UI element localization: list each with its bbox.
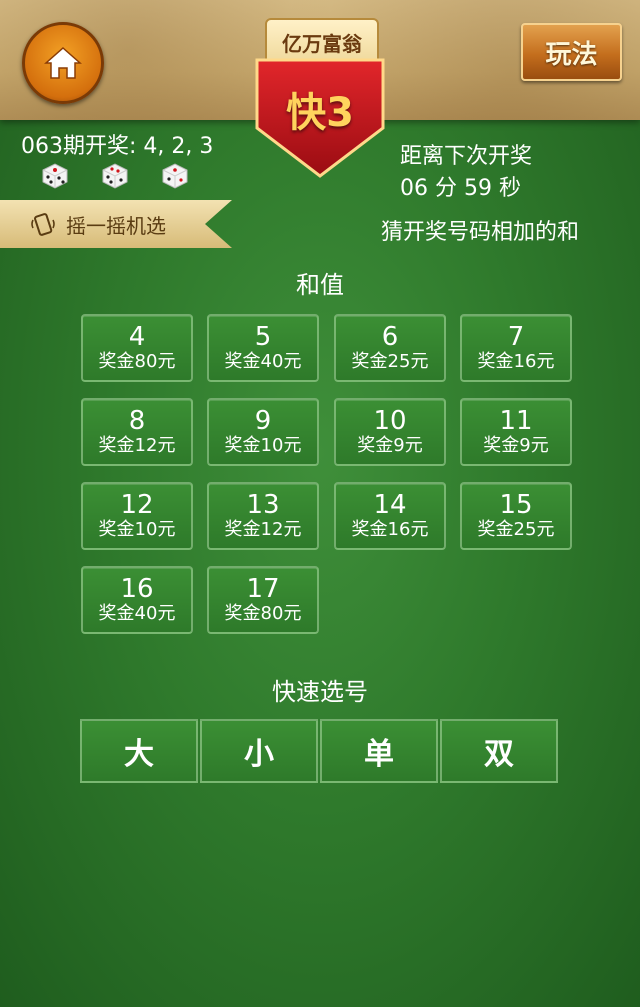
countdown-label: 距离下次开奖 [400,144,533,169]
badge-title: 快3 [286,90,354,136]
sum-value: 10 [373,406,407,436]
die-4-icon [42,163,68,189]
home-button[interactable] [22,22,104,104]
quick-odd-button[interactable]: 单 [320,719,438,783]
sum-option[interactable]: 5 奖金40元 [207,314,319,382]
sum-option[interactable]: 14 奖金16元 [334,482,446,550]
sum-value: 17 [246,574,280,604]
rule-description: 猜开奖号码相加的和 [381,220,580,245]
sum-value: 6 [381,322,399,352]
sum-option[interactable]: 16 奖金40元 [81,566,193,634]
sum-value: 14 [373,490,407,520]
sum-option[interactable]: 17 奖金80元 [207,566,319,634]
sum-value: 11 [499,406,533,436]
sum-prize: 奖金9元 [357,435,423,456]
quick-pick-row: 大 小 单 双 [79,719,559,783]
sum-prize: 奖金80元 [98,351,176,372]
sum-prize: 奖金10元 [98,519,176,540]
phone-shake-icon [31,213,55,236]
sum-prize: 奖金25元 [351,351,429,372]
sum-value: 15 [499,490,533,520]
sum-option[interactable]: 4 奖金80元 [81,314,193,382]
sum-prize: 奖金80元 [224,603,302,624]
sum-option[interactable]: 15 奖金25元 [460,482,572,550]
sum-prize: 奖金16元 [477,351,555,372]
sum-prize: 奖金12元 [98,435,176,456]
sum-prize: 奖金12元 [224,519,302,540]
sum-value: 4 [128,322,146,352]
sum-option[interactable]: 12 奖金10元 [81,482,193,550]
sum-value: 7 [507,322,525,352]
quick-pick-title: 快速选号 [272,678,368,706]
sum-prize: 奖金10元 [224,435,302,456]
last-draw-result: 063期开奖: 4, 2, 3 [21,134,214,159]
sum-option[interactable]: 6 奖金25元 [334,314,446,382]
sum-prize: 奖金25元 [477,519,555,540]
game-badge: 亿万富翁 快3 [253,18,387,178]
quick-even-button[interactable]: 双 [440,719,558,783]
sum-prize: 奖金16元 [351,519,429,540]
sum-value: 13 [246,490,280,520]
sum-prize: 奖金40元 [224,351,302,372]
quick-big-button[interactable]: 大 [80,719,198,783]
sum-value: 12 [120,490,154,520]
sum-prize: 奖金40元 [98,603,176,624]
sum-value: 16 [120,574,154,604]
quick-small-button[interactable]: 小 [200,719,318,783]
shake-random-button[interactable]: 摇一摇机选 [0,200,232,248]
sum-option[interactable]: 10 奖金9元 [334,398,446,466]
sum-value: 9 [254,406,272,436]
sum-option[interactable]: 8 奖金12元 [81,398,193,466]
die-3-icon [162,163,188,189]
die-2-icon [102,163,128,189]
sum-option[interactable]: 7 奖金16元 [460,314,572,382]
sum-value: 8 [128,406,146,436]
sum-value: 5 [254,322,272,352]
sum-section-title: 和值 [296,271,344,299]
rules-button[interactable]: 玩法 [521,23,622,81]
shake-label: 摇一摇机选 [66,213,166,238]
sum-option[interactable]: 11 奖金9元 [460,398,572,466]
countdown-timer: 06 分 59 秒 [400,176,521,201]
sum-option[interactable]: 9 奖金10元 [207,398,319,466]
home-icon [44,46,82,79]
sum-prize: 奖金9元 [483,435,549,456]
sum-option[interactable]: 13 奖金12元 [207,482,319,550]
